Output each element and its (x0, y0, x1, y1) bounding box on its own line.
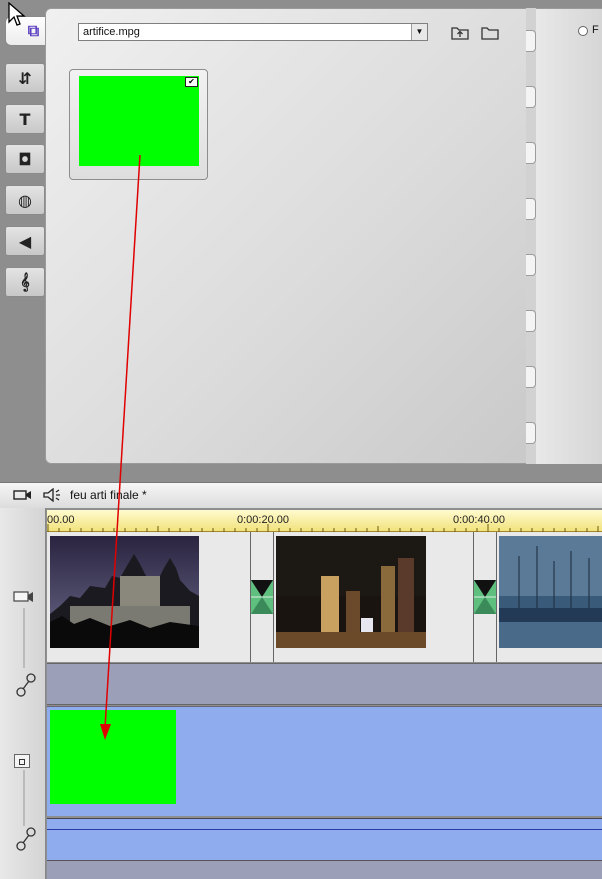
overlay-track-button[interactable] (14, 754, 30, 768)
volume-line[interactable] (47, 829, 602, 830)
speaker-icon[interactable] (42, 488, 62, 502)
transitions-icon: ⇵ (18, 68, 32, 88)
overlay-track-icon (19, 759, 25, 765)
sound-effects-track[interactable] (47, 860, 602, 879)
binding-ring (526, 366, 536, 388)
overlay-clip-green[interactable] (50, 710, 176, 804)
binding-ring (526, 30, 536, 52)
mouse-cursor-icon (8, 2, 26, 26)
speaker-icon: ◀ (18, 231, 32, 251)
timeline-ruler[interactable]: 00.00 0:00:20.00 0:00:40.00 (47, 510, 602, 532)
binding-ring (526, 422, 536, 444)
file-selector-dropdown[interactable]: artifice.mpg ▼ (78, 23, 428, 41)
disc-menu-icon: ◍ (18, 190, 32, 210)
binding-ring (526, 198, 536, 220)
tab-disc-menus[interactable]: ◍ (5, 185, 45, 215)
tab-titles[interactable]: T (5, 104, 45, 134)
treble-clef-icon: 𝄞 (20, 272, 30, 291)
audio-track[interactable] (47, 663, 602, 705)
folder-icon (481, 27, 499, 40)
timeline-clip-castle[interactable] (50, 536, 199, 648)
album-clip-thumbnail[interactable] (79, 76, 199, 166)
tab-sound-effects[interactable]: ◀ (5, 226, 45, 256)
album-right-page: F (536, 8, 602, 464)
track-header-column (0, 508, 46, 879)
radio-button[interactable] (578, 26, 588, 36)
radio-label: F (592, 24, 599, 36)
overlay-audio-track[interactable] (47, 818, 602, 860)
project-title: feu arti finale * (70, 488, 147, 502)
video-camera-icon[interactable] (12, 488, 34, 502)
camera-icon: ◘ (18, 149, 32, 169)
binding-ring (526, 86, 536, 108)
tab-transitions[interactable]: ⇵ (5, 63, 45, 93)
chevron-down-icon[interactable]: ▼ (411, 24, 427, 40)
folder-up-icon (451, 27, 469, 40)
video-track-icon[interactable] (12, 588, 36, 606)
track-divider (23, 770, 25, 826)
transition-slot[interactable] (473, 532, 497, 662)
overlay-audio-link-icon[interactable] (15, 826, 37, 852)
ruler-ticks (47, 524, 599, 532)
title-T-icon: T (19, 109, 31, 129)
file-selector-value: artifice.mpg (83, 26, 140, 38)
audio-link-icon[interactable] (15, 672, 37, 698)
tab-music[interactable]: 𝄞 (5, 267, 45, 297)
transition-icon (474, 580, 496, 614)
check-icon: ✔ (185, 77, 198, 87)
folder-up-button[interactable] (450, 23, 470, 41)
open-folder-button[interactable] (480, 23, 500, 41)
transition-icon (251, 580, 273, 614)
video-track[interactable] (47, 532, 602, 662)
video-camera-icon: ⧉ (27, 21, 40, 40)
track-divider (23, 608, 25, 668)
binding-ring (526, 310, 536, 332)
binding-ring (526, 254, 536, 276)
timeline-clip-city[interactable] (276, 536, 426, 648)
tab-still-images[interactable]: ◘ (5, 144, 45, 174)
transition-slot[interactable] (250, 532, 274, 662)
timeline-clip-harbor[interactable] (499, 536, 602, 648)
binding-ring (526, 142, 536, 164)
album-binding (526, 8, 536, 464)
